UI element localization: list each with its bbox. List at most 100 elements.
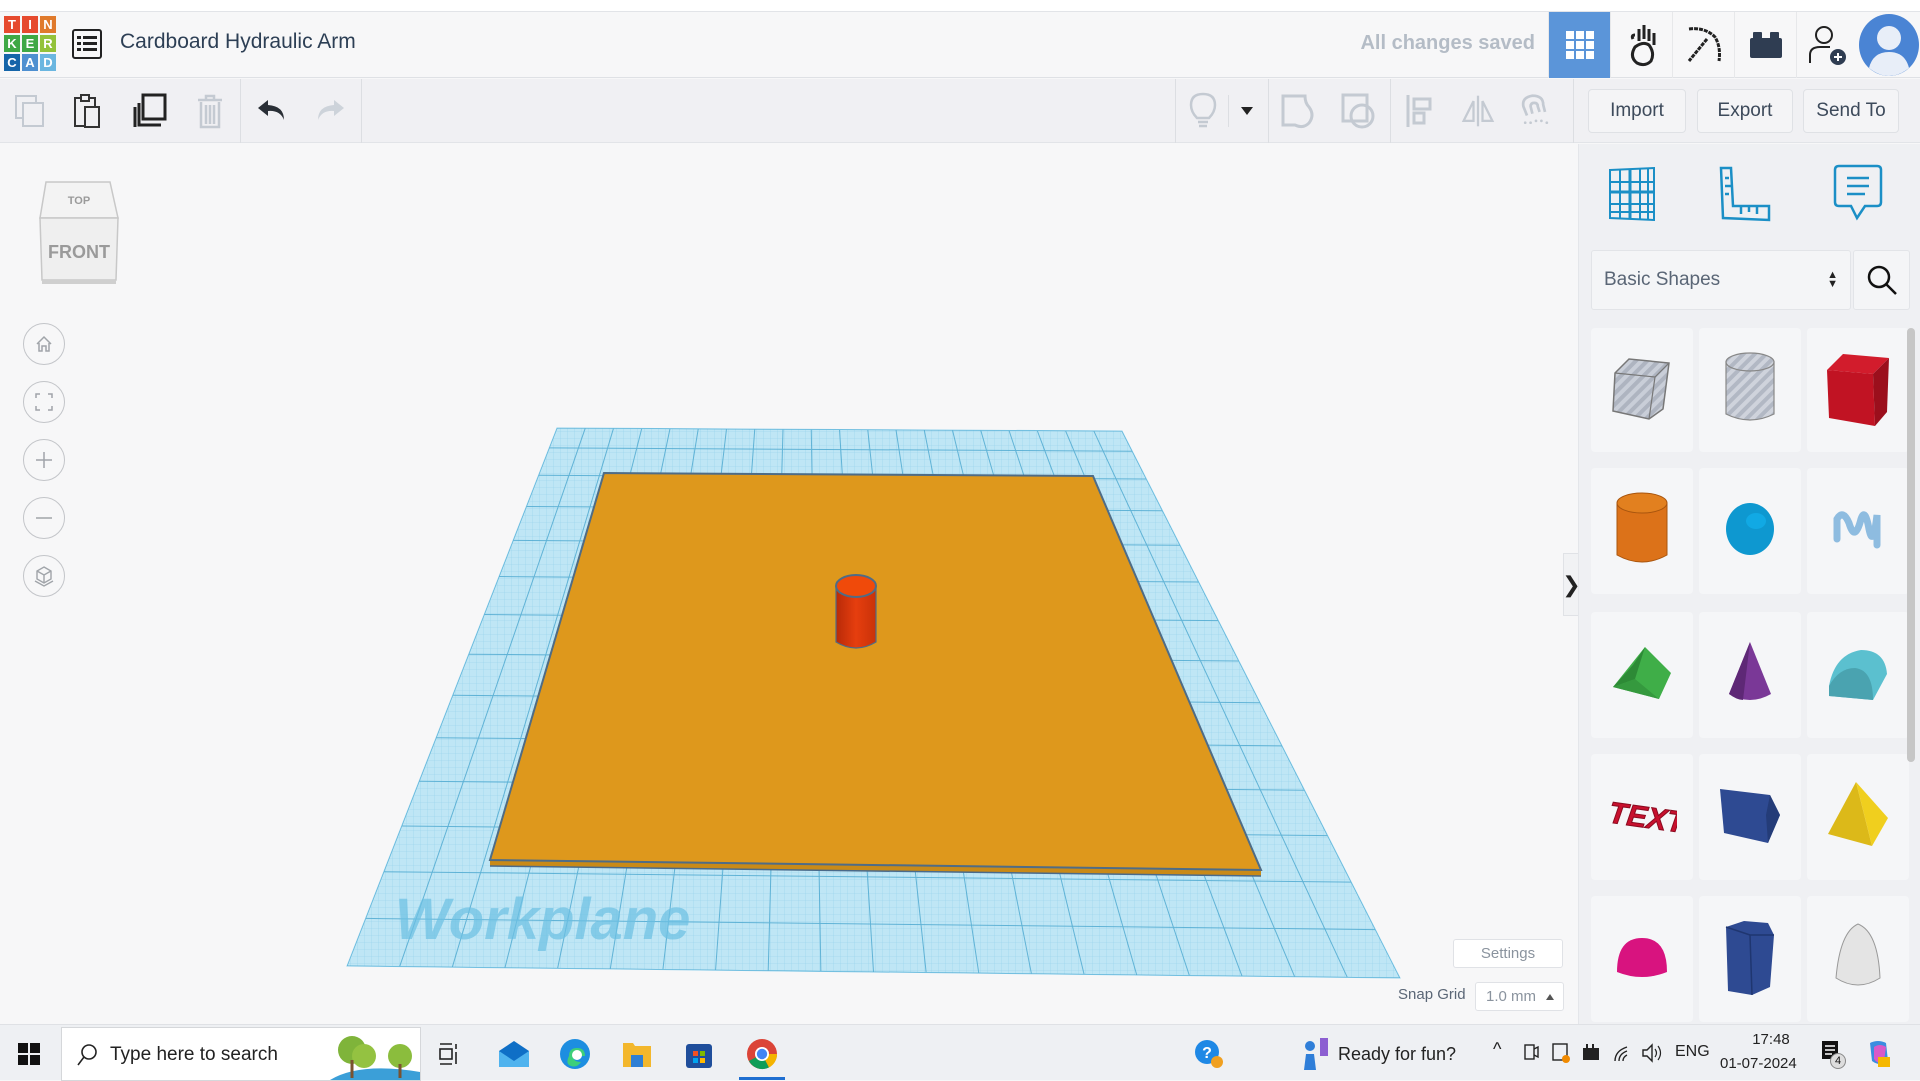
- wifi-icon[interactable]: [1613, 1043, 1635, 1063]
- undo-button[interactable]: [254, 93, 290, 129]
- duplicate-button[interactable]: [132, 93, 168, 129]
- search-icon: [77, 1044, 97, 1066]
- workplane-icon: [1609, 166, 1655, 222]
- delete-button[interactable]: [192, 93, 228, 129]
- export-button[interactable]: Export: [1697, 89, 1793, 133]
- shape-tile-text[interactable]: TEXT: [1591, 754, 1693, 880]
- send-to-button[interactable]: Send To: [1803, 89, 1899, 133]
- scribble-icon: [1833, 499, 1883, 564]
- red-cylinder[interactable]: [835, 574, 877, 649]
- notification-center-button[interactable]: 4: [1820, 1039, 1848, 1069]
- shape-tile-round-roof[interactable]: [1807, 612, 1909, 738]
- redo-button[interactable]: [312, 93, 348, 129]
- save-status: All changes saved: [1360, 32, 1535, 54]
- shape-tile-half-sphere[interactable]: [1591, 896, 1693, 1022]
- shape-tile-sphere[interactable]: [1699, 468, 1801, 594]
- shape-tile-cylinder-hole[interactable]: [1699, 328, 1801, 452]
- toolbar-divider: [240, 79, 241, 143]
- paste-icon: [74, 94, 100, 128]
- mirror-button[interactable]: [1460, 93, 1496, 129]
- snap-grid-select[interactable]: 1.0 mm: [1475, 982, 1564, 1011]
- shape-tile-polygon-prism[interactable]: [1699, 754, 1801, 880]
- invite-user-button[interactable]: [1796, 12, 1858, 78]
- shape-tile-cylinder[interactable]: [1591, 468, 1693, 594]
- shape-tile-hexagonal-prism[interactable]: [1699, 896, 1801, 1022]
- pickaxe-icon: [1687, 27, 1721, 62]
- shape-tile-box-hole[interactable]: [1591, 328, 1693, 452]
- chess-pieces-icon: [1304, 1038, 1328, 1070]
- cruise-button[interactable]: [1518, 93, 1554, 129]
- notes-icon: [1833, 164, 1883, 221]
- shape-tile-roof[interactable]: [1591, 612, 1693, 738]
- taskbar-search-box[interactable]: Type here to search: [61, 1027, 421, 1081]
- battery-icon[interactable]: [1581, 1044, 1603, 1062]
- design-menu-button[interactable]: [72, 29, 102, 59]
- lego-view-button[interactable]: [1734, 12, 1796, 78]
- align-button[interactable]: [1402, 93, 1438, 129]
- widget-text: Ready for fun?: [1338, 1043, 1457, 1064]
- panel-scrollbar[interactable]: [1907, 328, 1915, 762]
- paste-button[interactable]: [70, 93, 106, 129]
- toolbar-divider: [1228, 95, 1229, 127]
- ruler-button[interactable]: [1717, 162, 1773, 224]
- tinkercad-logo[interactable]: TINKERCAD: [3, 15, 57, 73]
- task-view-button[interactable]: [420, 1029, 478, 1079]
- cylinder-hole-icon: [1722, 350, 1778, 431]
- logo-letter: K: [3, 34, 21, 53]
- mail-icon: [499, 1041, 529, 1067]
- blocks-view-button[interactable]: [1610, 12, 1672, 78]
- shape-tile-paraboloid[interactable]: [1807, 896, 1909, 1022]
- edge-app-button[interactable]: [546, 1029, 604, 1079]
- shape-search-button[interactable]: [1853, 250, 1910, 310]
- logo-letter: E: [21, 34, 39, 53]
- snap-grid-value: 1.0 mm: [1486, 988, 1537, 1005]
- edge-icon: [560, 1039, 590, 1069]
- mail-app-button[interactable]: [485, 1029, 543, 1079]
- 3d-viewport[interactable]: TOP FRONT Workplane ❯ Settings Snap Grid…: [0, 144, 1581, 1024]
- language-indicator[interactable]: ENG: [1675, 1043, 1710, 1061]
- group-icon: [1281, 94, 1314, 129]
- shape-library-value: Basic Shapes: [1604, 269, 1721, 290]
- shapes-panel: Basic Shapes ▲ ▼ TEXT: [1578, 144, 1920, 1024]
- widget-ready-for-fun[interactable]: Ready for fun?: [1300, 1029, 1470, 1079]
- caret-up-icon: [1546, 994, 1554, 1000]
- clock-time[interactable]: 17:48: [1740, 1031, 1802, 1048]
- 3d-design-view-button[interactable]: [1548, 12, 1610, 78]
- minecraft-view-button[interactable]: [1672, 12, 1734, 78]
- shape-tile-scribble[interactable]: [1807, 468, 1909, 594]
- document-title[interactable]: Cardboard Hydraulic Arm: [120, 30, 356, 54]
- settings-button[interactable]: Settings: [1453, 939, 1563, 968]
- magnet-icon: [1521, 94, 1549, 125]
- ungroup-button[interactable]: [1340, 93, 1376, 129]
- get-help-button[interactable]: ?: [1180, 1029, 1238, 1079]
- store-app-button[interactable]: [670, 1029, 728, 1079]
- notes-panel-button[interactable]: [1833, 162, 1889, 224]
- clock-date[interactable]: 01-07-2024: [1720, 1055, 1797, 1072]
- group-button[interactable]: [1280, 93, 1316, 129]
- shape-tile-cone[interactable]: [1699, 612, 1801, 738]
- sync-icon[interactable]: [1551, 1042, 1571, 1064]
- volume-icon[interactable]: [1641, 1043, 1663, 1063]
- windows-logo-icon: [18, 1043, 40, 1065]
- chrome-app-button[interactable]: [733, 1029, 791, 1080]
- shape-tile-box[interactable]: [1807, 328, 1909, 452]
- notes-button[interactable]: [1185, 92, 1221, 129]
- shape-library-select[interactable]: Basic Shapes ▲ ▼: [1591, 250, 1851, 310]
- workplane-scene[interactable]: Workplane: [0, 144, 1578, 1024]
- profile-avatar[interactable]: [1858, 12, 1920, 78]
- ungroup-icon: [1341, 93, 1375, 129]
- paraboloid-icon: [1832, 922, 1884, 997]
- chrome-icon: [747, 1039, 778, 1070]
- notes-dropdown-button[interactable]: [1232, 93, 1262, 129]
- copy-button[interactable]: [12, 93, 48, 129]
- show-hidden-icons-button[interactable]: ^: [1493, 1039, 1501, 1060]
- start-button[interactable]: [0, 1029, 58, 1079]
- workplane-button[interactable]: [1604, 162, 1660, 224]
- file-explorer-button[interactable]: [608, 1029, 666, 1079]
- copilot-icon[interactable]: [1866, 1039, 1892, 1069]
- search-placeholder: Type here to search: [110, 1044, 278, 1065]
- meet-now-icon[interactable]: [1523, 1043, 1539, 1063]
- import-button[interactable]: Import: [1588, 89, 1686, 133]
- shape-tile-pyramid[interactable]: [1807, 754, 1909, 880]
- box-icon: [1823, 348, 1893, 433]
